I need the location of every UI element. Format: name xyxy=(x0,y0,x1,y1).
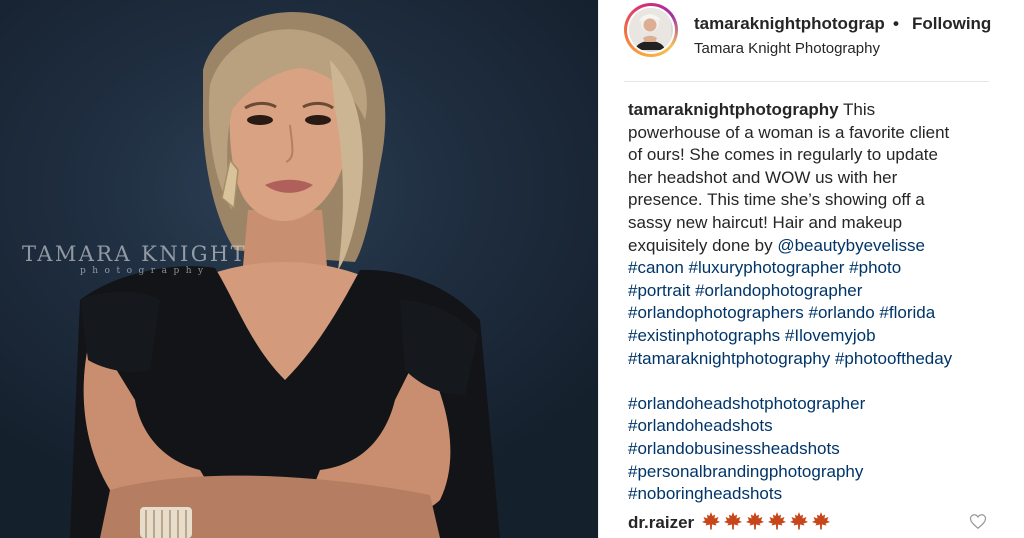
hashtag-line[interactable]: #orlandophotographers #orlando #florida xyxy=(628,302,1003,325)
watermark-title: TAMARA KNIGHT xyxy=(22,242,247,266)
maple-leaf-icon xyxy=(811,512,830,530)
header-separator: • xyxy=(893,14,899,33)
header-divider xyxy=(624,81,989,82)
following-button[interactable]: Following xyxy=(912,14,991,34)
post-caption: tamaraknightphotography This powerhouse … xyxy=(628,99,1003,506)
caption-line: exquisitely done by @beautybyevelisse xyxy=(628,235,1003,258)
hashtag-line[interactable]: #orlandobusinessheadshots xyxy=(628,438,1003,461)
heart-icon[interactable] xyxy=(969,513,987,530)
avatar-image xyxy=(629,8,671,50)
comment-username[interactable]: dr.raizer xyxy=(628,513,694,532)
avatar[interactable] xyxy=(629,8,673,52)
maple-leaf-icon xyxy=(701,512,720,530)
hashtag-line[interactable]: #tamaraknightphotography #photooftheday xyxy=(628,348,1003,371)
header-display-name[interactable]: Tamara Knight Photography xyxy=(694,40,880,57)
post-details-panel: tamaraknightphotograp • Following Tamara… xyxy=(599,0,1024,538)
hashtag-line[interactable]: #noboringheadshots xyxy=(628,483,1003,506)
caption-line: presence. This time she’s showing off a xyxy=(628,190,925,210)
caption-text: exquisitely done by xyxy=(628,235,778,255)
caption-line: tamaraknightphotography This xyxy=(628,99,1003,122)
maple-leaf-icon xyxy=(723,512,742,530)
story-ring[interactable] xyxy=(624,3,678,57)
hashtag-line[interactable]: #canon #luxuryphotographer #photo xyxy=(628,257,1003,280)
watermark-subtitle: photography xyxy=(80,266,210,276)
hashtag-line[interactable]: #orlandoheadshots xyxy=(628,415,1003,438)
mention-link[interactable]: @beautybyevelisse xyxy=(777,236,925,255)
post-photo[interactable]: TAMARA KNIGHT photography xyxy=(0,0,598,538)
maple-leaf-icon xyxy=(789,512,808,530)
caption-text: This xyxy=(838,100,876,119)
hashtag-line[interactable]: #existinphotographs #Ilovemyjob xyxy=(628,325,1003,348)
comment: dr.raizer xyxy=(628,511,968,533)
caption-line: powerhouse of a woman is a favorite clie… xyxy=(628,122,950,142)
header-username[interactable]: tamaraknightphotograp xyxy=(694,14,889,34)
caption-username[interactable]: tamaraknightphotography xyxy=(628,100,839,119)
maple-leaf-icon xyxy=(745,512,764,530)
maple-leaf-icon xyxy=(767,512,786,530)
post-header: tamaraknightphotograp • Following Tamara… xyxy=(599,0,1024,80)
comment-emoji-row xyxy=(699,512,831,532)
caption-line: her headshot and WOW us with her xyxy=(628,167,898,187)
hashtag-line[interactable]: #orlandoheadshotphotographer xyxy=(628,393,1003,416)
photo-watermark: TAMARA KNIGHT photography xyxy=(22,242,247,276)
hashtag-line[interactable]: #personalbrandingphotography xyxy=(628,461,1003,484)
caption-gap xyxy=(628,370,1003,393)
caption-line: of ours! She comes in regularly to updat… xyxy=(628,145,938,165)
hashtag-line[interactable]: #portrait #orlandophotographer xyxy=(628,280,1003,303)
caption-line: sassy new haircut! Hair and makeup xyxy=(628,212,903,232)
